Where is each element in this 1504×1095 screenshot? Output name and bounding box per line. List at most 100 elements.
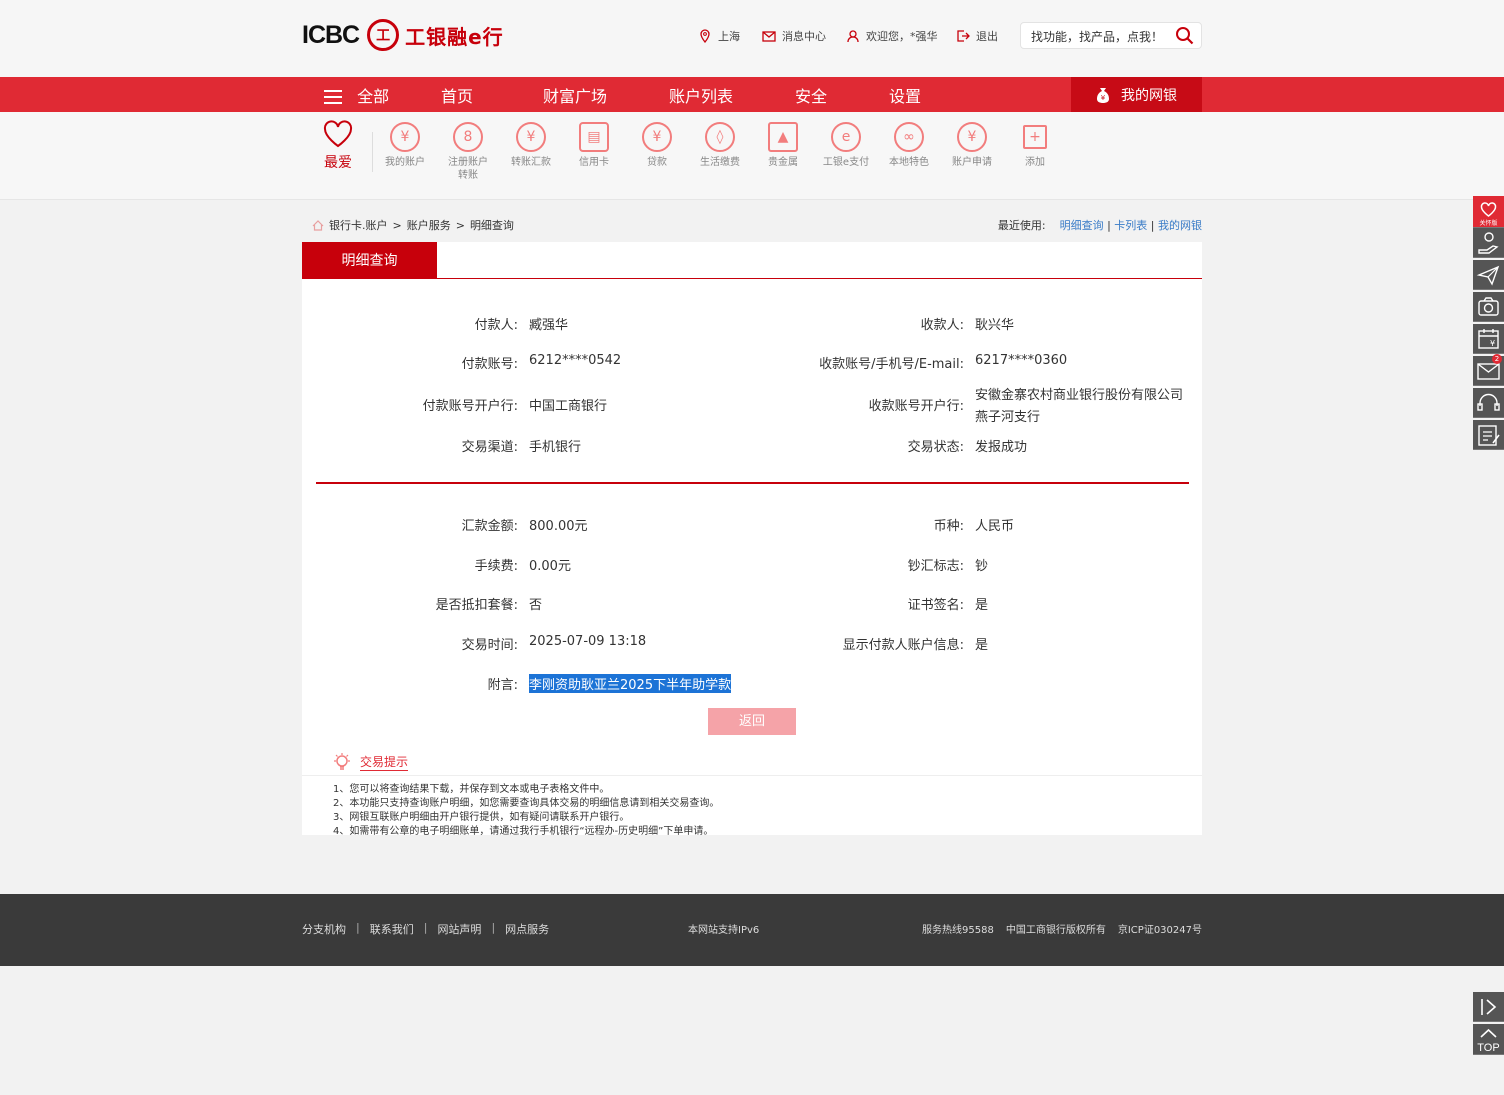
side-feedback-button[interactable] [1473, 420, 1504, 450]
quick-my-account[interactable]: ¥ 我的账户 [374, 122, 436, 169]
quick-epay[interactable]: e 工银e支付 [815, 122, 877, 169]
tab-underline [302, 278, 1202, 279]
location-label: 上海 [718, 30, 740, 43]
side-calendar-button[interactable]: ¥ [1473, 324, 1504, 354]
welcome-user[interactable]: 欢迎您，*强华 [846, 28, 938, 44]
payer-label: 付款人: [474, 318, 518, 333]
side-camera-button[interactable] [1473, 292, 1504, 322]
icbc-emblem-icon: 工 [367, 19, 400, 51]
care-mode-button[interactable]: 关怀版 [1473, 196, 1504, 228]
mail-badge: 2 [1492, 354, 1502, 364]
care-label: 关怀版 [1479, 219, 1497, 227]
money-bag-icon: ¥ [1097, 88, 1109, 103]
nav-all[interactable]: 全部 [323, 83, 389, 107]
card-icon: ▤ [579, 122, 609, 152]
quick-precious-metals[interactable]: ▲ 贵金属 [752, 122, 814, 169]
mail-icon [762, 31, 776, 42]
side-service-button[interactable] [1473, 228, 1504, 258]
logout-link[interactable]: 退出 [956, 28, 998, 44]
footer-separator: | [491, 921, 496, 934]
nav-security[interactable]: 安全 [795, 83, 827, 107]
quick-local[interactable]: ∞ 本地特色 [878, 122, 940, 169]
status-value: 发报成功 [975, 440, 1028, 455]
location-link[interactable]: 上海 [698, 28, 740, 44]
nav-home[interactable]: 首页 [441, 83, 473, 107]
tip-item: 4、如需带有公章的电子明细账单，请通过我行手机银行“远程办-历史明细”下单申请。 [333, 826, 714, 837]
quick-label: 工银e支付 [822, 157, 870, 168]
side-mail-button[interactable]: 2 [1473, 354, 1504, 386]
home-icon[interactable] [312, 219, 324, 231]
tips-divider [302, 775, 1202, 776]
tips-header: 交易提示 [332, 752, 409, 772]
quick-loan[interactable]: ¥ 贷款 [626, 122, 688, 169]
nav-all-label: 全部 [357, 87, 390, 106]
quick-label: 贷款 [647, 157, 667, 168]
show-payer-label: 显示付款人账户信息: [842, 638, 964, 653]
recent-link-cards[interactable]: 卡列表 [1114, 219, 1147, 232]
add-icon: + [1023, 125, 1047, 149]
tab-detail-query[interactable]: 明细查询 [302, 242, 437, 278]
svg-text:¥: ¥ [1101, 94, 1106, 102]
my-online-bank-button[interactable]: ¥ 我的网银 [1071, 77, 1202, 112]
quick-label: 信用卡 [579, 157, 609, 168]
quick-label: 本地特色 [889, 157, 929, 168]
icp-number: 京ICP证030247号 [1117, 925, 1202, 936]
nav-accounts[interactable]: 账户列表 [669, 83, 733, 107]
remit-icon: ¥ [516, 122, 546, 152]
footer-link-contact[interactable]: 联系我们 [370, 921, 414, 937]
currency-value: 人民币 [975, 519, 1015, 534]
recent-link-mybank[interactable]: 我的网银 [1158, 219, 1202, 232]
side-support-button[interactable] [1473, 388, 1504, 418]
arrow-up-icon: TOP [1477, 1028, 1500, 1054]
footer-separator: | [423, 921, 428, 934]
quick-account-apply[interactable]: ¥ 账户申请 [941, 122, 1003, 169]
hotline: 服务热线95588 [922, 925, 994, 936]
time-label: 交易时间: [461, 638, 518, 653]
nav-wealth[interactable]: 财富广场 [543, 83, 607, 107]
quick-add[interactable]: + 添加 [1004, 122, 1066, 169]
quick-label: 生活缴费 [700, 157, 740, 168]
footer-link-outlets[interactable]: 网点服务 [505, 921, 549, 937]
tips-panel: 交易提示 1、您可以将查询结果下载，并保存到文本或电子表格文件中。 2、本功能只… [302, 742, 1202, 837]
paper-plane-icon [1476, 265, 1500, 286]
side-send-button[interactable] [1473, 260, 1504, 290]
my-online-bank-label: 我的网银 [1121, 88, 1177, 104]
back-button[interactable]: 返回 [708, 708, 796, 735]
recent-label: 最近使用: [997, 219, 1046, 232]
quick-life-payment[interactable]: ◊ 生活缴费 [689, 122, 751, 169]
welcome-label: 欢迎您，*强华 [866, 30, 938, 43]
quick-label: 贵金属 [768, 157, 798, 168]
payee-bank-label: 收款账号开户行: [868, 399, 964, 414]
breadcrumb-item[interactable]: 银行卡.账户 [329, 217, 388, 233]
quick-label: 添加 [1025, 157, 1045, 168]
payer-bank-value: 中国工商银行 [529, 399, 608, 414]
footer-link-branches[interactable]: 分支机构 [302, 921, 346, 937]
footer-link-statement[interactable]: 网站声明 [437, 921, 481, 937]
fee-value: 0.00元 [529, 559, 571, 574]
breadcrumb-item[interactable]: 账户服务 [407, 217, 451, 233]
section-divider [316, 482, 1189, 484]
transfer-icon: 8 [453, 122, 483, 152]
favorite-tab[interactable]: 最爱 [322, 120, 354, 172]
footer-links: 分支机构 | 联系我们 | 网站声明 | 网点服务 [302, 921, 549, 937]
search-input[interactable]: 找功能，找产品，点我！ [1020, 22, 1202, 49]
note-value[interactable]: 李刚资助耿亚兰2025下半年助学款 [529, 674, 732, 693]
nav-settings[interactable]: 设置 [889, 83, 921, 107]
quick-remittance[interactable]: ¥ 转账汇款 [500, 122, 562, 169]
quick-credit-card[interactable]: ▤ 信用卡 [563, 122, 625, 169]
side-collapse-button[interactable] [1473, 992, 1504, 1022]
quick-register-transfer[interactable]: 8 注册账户转账 [437, 122, 499, 182]
search-icon[interactable] [1175, 26, 1195, 46]
top-label: TOP [1477, 1042, 1499, 1054]
message-center-link[interactable]: 消息中心 [762, 28, 826, 44]
camera-icon [1478, 297, 1499, 316]
message-center-label: 消息中心 [782, 30, 826, 43]
back-to-top-button[interactable]: TOP [1473, 1024, 1504, 1055]
cert-label: 证书签名: [907, 598, 964, 613]
logo-wordmark: ICBC [302, 20, 360, 49]
icbc-logo[interactable]: ICBC 工 工银融e行 [302, 18, 504, 52]
recent-link-detail[interactable]: 明细查询 [1060, 219, 1104, 232]
user-icon [847, 30, 859, 43]
headset-icon [1477, 393, 1500, 411]
payer-value: 臧强华 [529, 318, 569, 333]
